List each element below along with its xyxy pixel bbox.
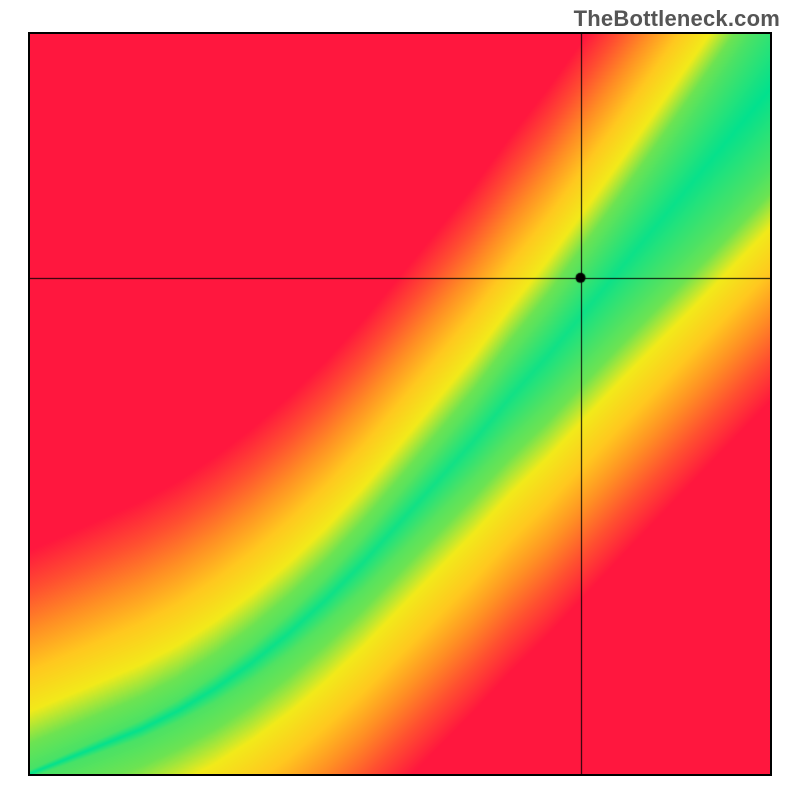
crosshair-overlay — [30, 34, 770, 774]
heatmap-plot — [28, 32, 772, 776]
attribution-label: TheBottleneck.com — [574, 6, 780, 32]
